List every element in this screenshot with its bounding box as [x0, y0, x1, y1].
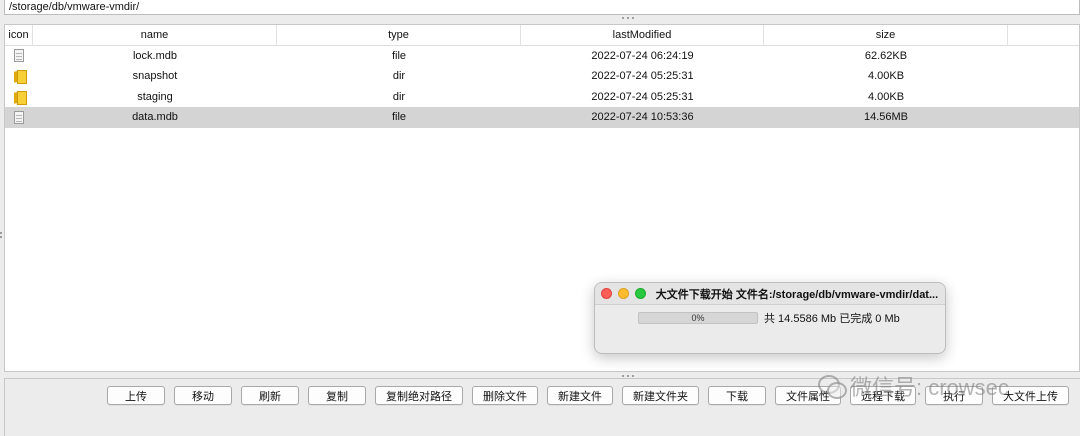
- row-lastmodified: 2022-07-24 05:25:31: [591, 70, 694, 83]
- row-icon-cell: [5, 107, 33, 128]
- download-button[interactable]: 下载: [708, 386, 766, 405]
- row-icon-cell: [5, 66, 33, 87]
- column-header-filler: [1008, 25, 1079, 45]
- table-header: icon name type lastModified size: [5, 25, 1079, 46]
- row-type: file: [391, 49, 407, 62]
- row-lastmodified: 2022-07-24 05:25:31: [591, 90, 694, 103]
- close-window-icon[interactable]: [601, 288, 612, 299]
- column-header-lastmodified[interactable]: lastModified: [521, 25, 764, 45]
- column-header-type[interactable]: type: [277, 25, 521, 45]
- row-size: 4.00KB: [867, 70, 905, 83]
- delete-file-button[interactable]: 删除文件: [472, 386, 538, 405]
- row-size: 4.00KB: [867, 90, 905, 103]
- execute-button[interactable]: 执行: [925, 386, 983, 405]
- zoom-window-icon[interactable]: [634, 288, 646, 299]
- copy-absolute-path-button[interactable]: 复制绝对路径: [375, 386, 463, 405]
- row-name: snapshot: [132, 70, 178, 83]
- row-filler: [1008, 66, 1079, 87]
- file-icon: [14, 110, 24, 124]
- large-file-upload-button[interactable]: 大文件上传: [992, 386, 1069, 405]
- column-header-size[interactable]: size: [764, 25, 1008, 45]
- dialog-title: 大文件下载开始 文件名:/storage/db/vmware-vmdir/dat…: [655, 288, 939, 301]
- table-row[interactable]: lock.mdb file 2022-07-24 06:24:19 62.62KB: [5, 46, 1079, 67]
- new-folder-button[interactable]: 新建文件夹: [622, 386, 699, 405]
- row-filler: [1008, 46, 1079, 67]
- dialog-titlebar[interactable]: 大文件下载开始 文件名:/storage/db/vmware-vmdir/dat…: [595, 283, 945, 305]
- row-size: 62.62KB: [864, 49, 908, 62]
- file-icon: [14, 49, 24, 63]
- download-progress-bar: 0%: [638, 312, 758, 324]
- remote-download-button[interactable]: 远程下载: [850, 386, 916, 405]
- minimize-window-icon[interactable]: [617, 288, 629, 299]
- refresh-button[interactable]: 刷新: [241, 386, 299, 405]
- path-field[interactable]: /storage/db/vmware-vmdir/: [4, 0, 1080, 15]
- row-lastmodified: 2022-07-24 10:53:36: [591, 111, 694, 124]
- download-info: 共 14.5586 Mb 已完成 0 Mb: [764, 313, 900, 325]
- row-lastmodified: 2022-07-24 06:24:19: [591, 49, 694, 62]
- move-button[interactable]: 移动: [174, 386, 232, 405]
- row-name: lock.mdb: [132, 49, 178, 62]
- row-type: file: [391, 111, 407, 124]
- row-name: staging: [137, 90, 173, 103]
- action-button-row: 上传 移动 刷新 复制 复制绝对路径 删除文件 新建文件 新建文件夹 下载 文件属性 远程下载 执行大…: [107, 386, 1069, 405]
- column-header-name[interactable]: name: [33, 25, 277, 45]
- progress-label: 0%: [691, 313, 705, 323]
- row-type: dir: [392, 70, 406, 83]
- resize-grip[interactable]: [0, 232, 2, 240]
- splitter-handle[interactable]: [622, 17, 634, 20]
- download-dialog: 大文件下载开始 文件名:/storage/db/vmware-vmdir/dat…: [594, 282, 946, 354]
- row-filler: [1008, 87, 1079, 108]
- file-properties-button[interactable]: 文件属性: [775, 386, 841, 405]
- row-icon-cell: [5, 46, 33, 67]
- new-file-button[interactable]: 新建文件: [547, 386, 613, 405]
- folder-icon: [14, 70, 27, 85]
- copy-button[interactable]: 复制: [308, 386, 366, 405]
- table-row[interactable]: data.mdb file 2022-07-24 10:53:36 14.56MB: [5, 107, 1079, 128]
- row-icon-cell: [5, 87, 33, 108]
- row-type: dir: [392, 90, 406, 103]
- folder-icon: [14, 90, 27, 105]
- upload-button[interactable]: 上传: [107, 386, 165, 405]
- row-filler: [1008, 107, 1079, 128]
- column-header-icon[interactable]: icon: [5, 25, 33, 45]
- row-size: 14.56MB: [863, 111, 909, 124]
- row-name: data.mdb: [132, 111, 178, 124]
- table-row[interactable]: staging dir 2022-07-24 05:25:31 4.00KB: [5, 87, 1079, 108]
- table-row[interactable]: snapshot dir 2022-07-24 05:25:31 4.00KB: [5, 66, 1079, 87]
